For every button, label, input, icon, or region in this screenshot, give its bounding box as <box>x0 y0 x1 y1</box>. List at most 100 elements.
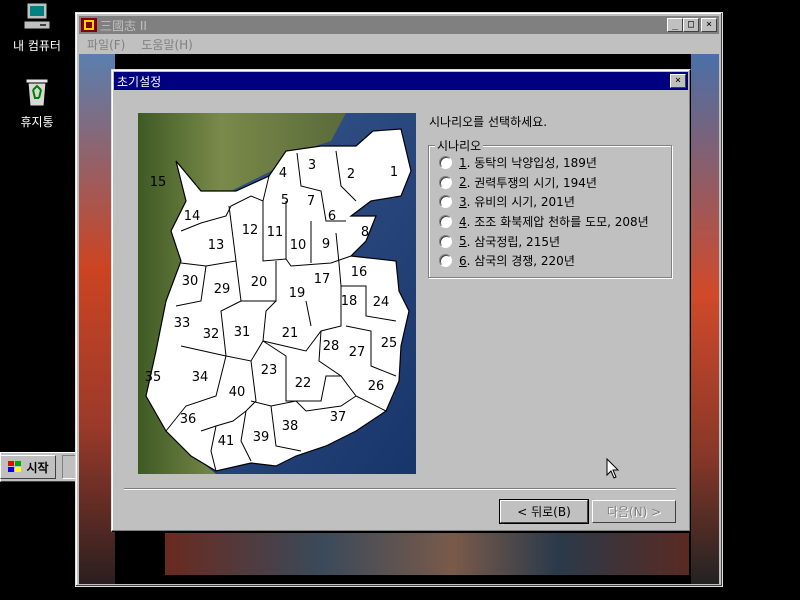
map-region-41[interactable]: 41 <box>218 434 235 449</box>
menu-help[interactable]: 도움말(H) <box>141 36 193 53</box>
map-region-34[interactable]: 34 <box>192 370 209 385</box>
mouse-cursor-icon <box>606 458 620 479</box>
radio-button[interactable] <box>439 254 452 268</box>
map-region-10[interactable]: 10 <box>290 238 307 253</box>
radio-button[interactable] <box>439 175 452 189</box>
map-region-30[interactable]: 30 <box>182 274 199 289</box>
back-button-label: < 뒤로(B) <box>517 505 571 519</box>
dialog-titlebar[interactable]: 초기설정 × <box>114 72 688 90</box>
scenario-label: . 유비의 시기, 201년 <box>466 195 575 210</box>
map-region-22[interactable]: 22 <box>295 376 312 391</box>
map-region-29[interactable]: 29 <box>214 282 231 297</box>
scenario-label: . 권력투쟁의 시기, 194년 <box>466 175 597 190</box>
dialog-close-button[interactable]: × <box>670 74 686 88</box>
back-button[interactable]: < 뒤로(B) <box>499 499 589 524</box>
map-region-1[interactable]: 1 <box>390 165 398 180</box>
map-region-13[interactable]: 13 <box>208 238 225 253</box>
start-button[interactable]: 시작 <box>0 455 56 479</box>
setup-dialog: 초기설정 × 1 2 3 4 5 6 7 8 9 10 11 12 13 14 … <box>111 69 691 532</box>
map-region-32[interactable]: 32 <box>203 327 220 342</box>
map-region-15[interactable]: 15 <box>150 175 167 190</box>
scenario-group-label: 시나리오 <box>435 137 484 154</box>
next-button-label: 다음(N) > <box>606 505 662 519</box>
recycle-bin-icon <box>25 78 49 107</box>
map-region-20[interactable]: 20 <box>251 275 268 290</box>
map-region-9[interactable]: 9 <box>322 237 330 252</box>
scenario-option-1[interactable]: 1 . 동탁의 낙양입성, 189년 <box>439 153 667 173</box>
dialog-separator <box>124 488 676 490</box>
scenario-option-6[interactable]: 6 . 삼국의 경쟁, 220년 <box>439 251 667 271</box>
scenario-number: 6 <box>459 253 467 268</box>
scenario-list: 1 . 동탁의 낙양입성, 189년 2 . 권력투쟁의 시기, 194년 3 … <box>439 153 667 271</box>
map-region-24[interactable]: 24 <box>373 295 390 310</box>
scenario-option-2[interactable]: 2 . 권력투쟁의 시기, 194년 <box>439 173 667 193</box>
map-region-17[interactable]: 17 <box>314 272 331 287</box>
radio-button[interactable] <box>439 234 452 248</box>
scenario-option-5[interactable]: 5 . 삼국정립, 215년 <box>439 231 667 251</box>
app-titlebar[interactable]: 三國志 II _ □ × <box>79 16 719 34</box>
scenario-number: 3 <box>459 194 467 209</box>
map-region-39[interactable]: 39 <box>253 430 270 445</box>
scenario-label: . 동탁의 낙양입성, 189년 <box>466 156 597 171</box>
close-button[interactable]: × <box>701 18 717 32</box>
map-region-26[interactable]: 26 <box>368 379 385 394</box>
map-region-35[interactable]: 35 <box>145 370 162 385</box>
map-region-33[interactable]: 33 <box>174 316 191 331</box>
next-button[interactable]: 다음(N) > <box>592 500 676 523</box>
map-region-11[interactable]: 11 <box>267 225 284 240</box>
map-region-25[interactable]: 25 <box>381 336 398 351</box>
map-region-23[interactable]: 23 <box>261 363 278 378</box>
radio-button[interactable] <box>439 156 452 170</box>
radio-button[interactable] <box>439 195 452 209</box>
scenario-label: . 삼국정립, 215년 <box>466 234 561 249</box>
start-label: 시작 <box>26 460 49 475</box>
desktop-icon-label: 휴지통 <box>20 115 54 129</box>
map-region-12[interactable]: 12 <box>242 223 259 238</box>
menu-file[interactable]: 파일(F) <box>87 36 125 53</box>
app-title: 三國志 II <box>100 18 147 33</box>
scenario-number: 1 <box>459 155 467 170</box>
map-region-28[interactable]: 28 <box>323 339 340 354</box>
maximize-button[interactable]: □ <box>683 18 699 32</box>
map-region-6[interactable]: 6 <box>328 209 336 224</box>
map-region-2[interactable]: 2 <box>347 167 355 182</box>
scenario-number: 2 <box>459 175 467 190</box>
map-region-37[interactable]: 37 <box>330 410 347 425</box>
scenario-option-4[interactable]: 4 . 조조 화북제압 천하를 도모, 208년 <box>439 212 667 232</box>
desktop-icon-my-computer[interactable]: 내 컴퓨터 <box>0 2 74 54</box>
map-region-36[interactable]: 36 <box>180 412 197 427</box>
background-art-bottom <box>165 533 689 575</box>
map-region-40[interactable]: 40 <box>229 385 246 400</box>
dialog-title: 초기설정 <box>117 74 162 89</box>
scenario-label: . 조조 화북제압 천하를 도모, 208년 <box>466 215 649 230</box>
china-map: 1234567891011121314151617181920212223242… <box>138 113 416 474</box>
scenario-prompt: 시나리오를 선택하세요. <box>429 115 548 129</box>
taskbar-task-area[interactable] <box>62 455 76 479</box>
desktop-icon-recycle-bin[interactable]: 휴지통 <box>0 76 74 130</box>
map-region-3[interactable]: 3 <box>308 158 316 173</box>
computer-icon <box>23 2 51 30</box>
app-icon <box>81 18 97 32</box>
desktop-icon-label: 내 컴퓨터 <box>13 39 61 53</box>
map-region-4[interactable]: 4 <box>279 166 287 181</box>
map-region-19[interactable]: 19 <box>289 286 306 301</box>
menu-bar: 파일(F) 도움말(H) <box>79 34 719 54</box>
scenario-option-3[interactable]: 3 . 유비의 시기, 201년 <box>439 192 667 212</box>
map-region-31[interactable]: 31 <box>234 325 251 340</box>
map-region-27[interactable]: 27 <box>349 345 366 360</box>
map-region-14[interactable]: 14 <box>184 209 201 224</box>
map-region-5[interactable]: 5 <box>281 193 289 208</box>
background-art-right <box>691 54 719 584</box>
map-region-21[interactable]: 21 <box>282 326 299 341</box>
scenario-number: 4 <box>459 214 467 229</box>
map-region-38[interactable]: 38 <box>282 419 299 434</box>
map-region-18[interactable]: 18 <box>341 294 358 309</box>
map-region-7[interactable]: 7 <box>307 194 315 209</box>
map-region-8[interactable]: 8 <box>361 225 369 240</box>
radio-button[interactable] <box>439 215 452 229</box>
scenario-label: . 삼국의 경쟁, 220년 <box>466 254 575 269</box>
scenario-number: 5 <box>459 234 467 249</box>
windows-logo-icon <box>8 461 22 472</box>
map-region-16[interactable]: 16 <box>351 265 368 280</box>
minimize-button[interactable]: _ <box>667 18 683 32</box>
